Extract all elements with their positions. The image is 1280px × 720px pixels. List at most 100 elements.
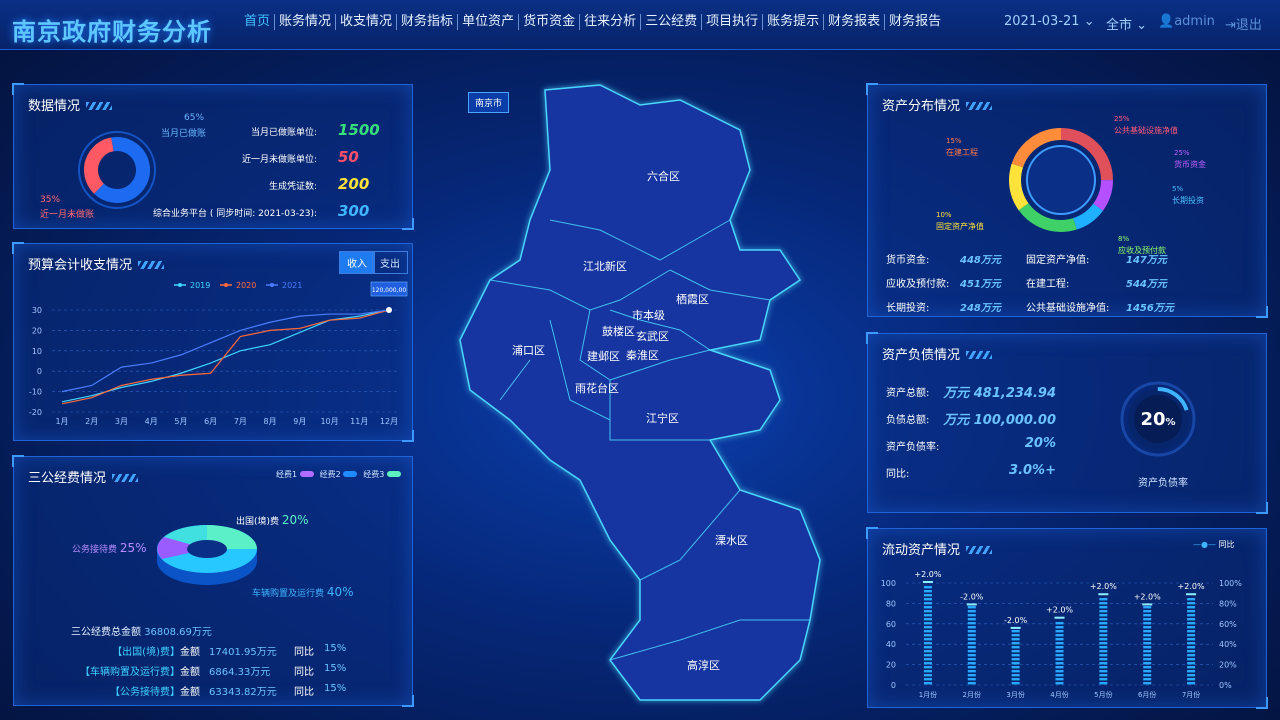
yoy-value: 15%: [324, 683, 347, 694]
y-tick-label: 60: [886, 620, 896, 629]
bar-segment: [923, 678, 932, 681]
nav-item[interactable]: 财务指标: [397, 14, 459, 30]
district-label[interactable]: 玄武区: [636, 328, 669, 344]
district-label[interactable]: 秦淮区: [626, 347, 659, 363]
top-header: 南京政府财务分析 首页 账务情况 收支情况 财务指标 单位资产 货币资金 往来分析 三公经费项…: [0, 0, 1280, 50]
legend-item: 2021: [266, 281, 302, 290]
region-value: 全市: [1106, 18, 1133, 33]
bar-segment: [1099, 602, 1108, 605]
bar-segment: [967, 618, 976, 621]
bar-segment: [1055, 662, 1064, 665]
district-label[interactable]: 雨花台区: [575, 380, 619, 396]
district-label[interactable]: 江宁区: [646, 410, 679, 426]
bar-segment: [1187, 622, 1196, 625]
hover-point: [386, 307, 392, 313]
logout-icon: ⇥: [1225, 18, 1236, 33]
bar-segment: [1187, 614, 1196, 617]
stripes-decoration: [86, 102, 113, 110]
bar-cap: [922, 581, 933, 583]
chevron-down-icon: ⌄: [1083, 14, 1095, 29]
bar-segment: [967, 606, 976, 609]
total-label: 三公经费总金额: [71, 627, 141, 638]
nav-item[interactable]: 收支情况: [336, 14, 398, 30]
bar-segment: [967, 674, 976, 677]
bar-segment: [923, 674, 932, 677]
bar-segment: [1099, 682, 1108, 685]
bar-segment: [1187, 634, 1196, 637]
logout-button[interactable]: ⇥退出: [1225, 14, 1262, 33]
stat-label: 综合业务平台 ( 同步时间: 2021-03-23):: [153, 209, 317, 219]
tab-income[interactable]: 收入: [339, 251, 375, 274]
asset-label: 在建工程:: [1026, 279, 1070, 290]
bar-segment: [923, 654, 932, 657]
district-label[interactable]: 六合区: [647, 168, 680, 184]
bar-segment: [1099, 610, 1108, 613]
bar-segment: [967, 662, 976, 665]
tab-expense[interactable]: 支出: [372, 251, 408, 274]
district-label[interactable]: 江北新区: [583, 258, 627, 274]
bar-segment: [1187, 618, 1196, 621]
tooltip-text: 120,000,00: [372, 287, 407, 294]
nav-item[interactable]: 财务报告: [885, 14, 945, 30]
bar-segment: [1187, 598, 1196, 601]
bar-segment: [1055, 654, 1064, 657]
budget-line-chart: 2019 2020 2021 -20 -10 0 10 20 30 1月 2月 3月 4月 5月 6月 7月 8…: [29, 281, 408, 426]
district-label[interactable]: 建邺区: [587, 348, 620, 364]
legend-item: 2020: [220, 281, 256, 290]
bar-segment: [967, 614, 976, 617]
bar-cap: [1098, 593, 1109, 596]
nav-item[interactable]: 货币资金: [519, 14, 581, 30]
nav-item[interactable]: 项目执行: [702, 14, 764, 30]
y-tick-label: 40: [886, 640, 896, 649]
pie-percent: 15%: [946, 137, 962, 145]
y2-tick-label: 20%: [1219, 661, 1237, 670]
x-tick-label: 6月: [204, 417, 217, 426]
bar-segment: [1099, 626, 1108, 629]
bar-segment: [1055, 626, 1064, 629]
y-tick-label: 20: [32, 326, 42, 335]
bar-segment: [923, 642, 932, 645]
nav-item[interactable]: 单位资产: [458, 14, 520, 30]
date-picker[interactable]: 2021-03-21 ⌄: [1004, 14, 1095, 29]
car-seg-pct: 40%: [326, 585, 354, 599]
bar-segment: [1143, 682, 1152, 685]
yoy-label: 同比: [294, 647, 314, 658]
district-label[interactable]: 鼓楼区: [602, 323, 635, 339]
map-city-label: 南京市: [468, 92, 510, 113]
data-panel: 数据情况 65% 当月已做账 35% 近一月未做账 当月已做账单位: 1500 近一…: [12, 83, 414, 230]
bar-cap: [966, 603, 977, 606]
region-select[interactable]: 全市 ⌄: [1106, 14, 1147, 33]
bar-segment: [1011, 674, 1020, 677]
asset-panel: 资产分布情况 25% 公共基础设施净值 25% 货币资金 5% 长期投资 8% 应收及预付款 1…: [866, 83, 1268, 318]
amount-value: 6864.33万元: [209, 667, 271, 678]
expense-name: 【公务接待费】: [110, 687, 180, 698]
current-bar-chart: 100 100% 80 80% 60 60% 40 40% 20 20% 0 0% +2.0% 1月份 -2…: [881, 570, 1243, 699]
stripes-decoration: [138, 261, 165, 269]
nav-item[interactable]: 三公经费: [641, 14, 703, 30]
legend-swatch: [386, 471, 401, 477]
user-menu[interactable]: 👤admin: [1158, 14, 1215, 29]
nav-item[interactable]: 财务报表: [824, 14, 886, 30]
car-seg-label: 车辆购置及运行费 40%: [252, 585, 354, 599]
district-label[interactable]: 浦口区: [512, 342, 545, 358]
district-label[interactable]: 溧水区: [715, 532, 748, 548]
yoy-label: 同比: [294, 687, 314, 698]
district-label[interactable]: 栖霞区: [676, 291, 709, 307]
bar-segment: [967, 678, 976, 681]
nav-item[interactable]: 账务提示: [763, 14, 825, 30]
bar-segment: [1187, 650, 1196, 653]
tooltip: 120,000,00: [370, 281, 408, 297]
bar-segment: [923, 622, 932, 625]
bar-segment: [967, 622, 976, 625]
x-tick-label: 1月: [55, 417, 68, 426]
district-label[interactable]: 高淳区: [687, 657, 720, 673]
nav-item[interactable]: 首页: [240, 14, 276, 30]
bar-segment: [1011, 658, 1020, 661]
reception-seg-pct: 25%: [119, 541, 147, 555]
nav-item[interactable]: 账务情况: [275, 14, 337, 30]
x-tick-label: 1月份: [919, 690, 937, 699]
nav-item[interactable]: 往来分析: [580, 14, 642, 30]
y-tick-label: 10: [32, 347, 42, 356]
bar-segment: [967, 638, 976, 641]
district-label[interactable]: 市本级: [632, 307, 665, 323]
